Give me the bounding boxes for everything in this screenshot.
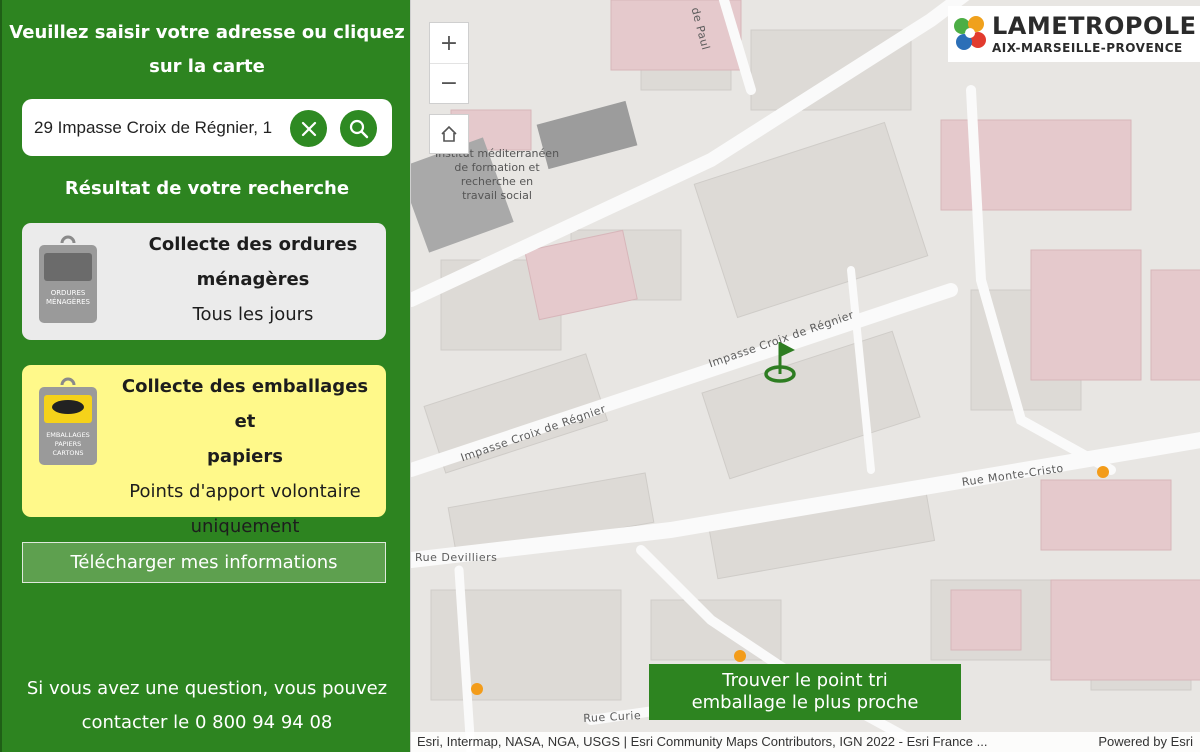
zoom-in-button[interactable]: + bbox=[430, 23, 468, 63]
contact-info: Si vous avez une question, vous pouvez c… bbox=[2, 672, 412, 740]
contact-line1: Si vous avez une question, vous pouvez bbox=[26, 678, 388, 699]
close-icon bbox=[301, 121, 316, 136]
collection-point[interactable] bbox=[471, 683, 483, 695]
basemap[interactable] bbox=[411, 0, 1200, 752]
map-view[interactable]: Institut méditerranéen de formation et r… bbox=[410, 0, 1200, 752]
poi-line4: travail social bbox=[462, 189, 532, 202]
sidebar: Veuillez saisir votre adresse ou cliquez… bbox=[0, 0, 410, 752]
packaging-bin-icon: EMBALLAGES PAPIERS CARTONS bbox=[39, 377, 97, 465]
poi-line3: recherche en bbox=[460, 175, 534, 188]
household-card-title-line2: ménagères bbox=[196, 269, 310, 290]
download-info-button[interactable]: Télécharger mes informations bbox=[22, 542, 386, 583]
clear-search-button[interactable] bbox=[290, 110, 327, 147]
packaging-bin-label-1: EMBALLAGES bbox=[46, 431, 90, 439]
address-search-box bbox=[22, 99, 392, 156]
household-card-detail: Tous les jours bbox=[192, 304, 314, 325]
address-search-input[interactable] bbox=[34, 115, 290, 141]
zoom-control: + − bbox=[429, 22, 469, 104]
metropole-logo: LAMETROPOLE AIX-MARSEILLE-PROVENCE bbox=[948, 6, 1200, 62]
household-card-text: Collecte des ordures ménagères Tous les … bbox=[128, 227, 378, 332]
logo-subtitle: AIX-MARSEILLE-PROVENCE bbox=[992, 41, 1183, 55]
contact-phone-line: contacter le 0 800 94 94 08 bbox=[81, 712, 333, 733]
poi-label-institut: Institut méditerranéen de formation et r… bbox=[431, 147, 563, 203]
result-title: Résultat de votre recherche bbox=[64, 178, 350, 199]
map-attribution: Esri, Intermap, NASA, NGA, USGS | Esri C… bbox=[411, 732, 1200, 752]
find-nearest-point-button[interactable]: Trouver le point tri emballage le plus p… bbox=[649, 664, 961, 720]
household-card-title-line1: Collecte des ordures bbox=[148, 234, 358, 255]
attribution-text[interactable]: Esri, Intermap, NASA, NGA, USGS | Esri C… bbox=[417, 732, 1067, 752]
home-button[interactable] bbox=[429, 114, 469, 154]
household-bin-icon: ORDURES MÉNAGÈRES bbox=[39, 235, 97, 323]
metropole-logo-mark bbox=[954, 16, 986, 50]
powered-by-esri[interactable]: Powered by Esri bbox=[1098, 732, 1193, 752]
household-waste-card: ORDURES MÉNAGÈRES Collecte des ordures m… bbox=[22, 223, 386, 340]
household-bin-label-2: MÉNAGÈRES bbox=[46, 297, 90, 306]
search-button[interactable] bbox=[340, 110, 377, 147]
packaging-card-title-line1: Collecte des emballages et bbox=[121, 376, 369, 432]
packaging-card-title-line2: papiers bbox=[207, 446, 283, 467]
sidebar-title: Veuillez saisir votre adresse ou cliquez… bbox=[2, 16, 412, 84]
poi-line2: de formation et bbox=[454, 161, 540, 174]
packaging-card: EMBALLAGES PAPIERS CARTONS Collecte des … bbox=[22, 365, 386, 537]
street-label-devilliers: Rue Devilliers bbox=[415, 551, 498, 564]
logo-word: LAMETROPOLE bbox=[992, 12, 1197, 40]
find-button-line1: Trouver le point tri bbox=[722, 670, 888, 691]
collection-point[interactable] bbox=[1097, 466, 1109, 478]
search-icon bbox=[349, 119, 368, 138]
packaging-card-text: Collecte des emballages et papiers Point… bbox=[112, 369, 378, 544]
home-icon bbox=[441, 125, 457, 142]
packaging-bin-label-3: CARTONS bbox=[52, 449, 83, 457]
packaging-card-detail-line2: uniquement bbox=[190, 516, 300, 537]
zoom-out-button[interactable]: − bbox=[430, 63, 468, 103]
sidebar-title-line2: sur la carte bbox=[149, 56, 265, 77]
packaging-bin-label-2: PAPIERS bbox=[55, 440, 82, 448]
find-button-line2: emballage le plus proche bbox=[691, 692, 919, 713]
packaging-card-detail-line1: Points d'apport volontaire bbox=[129, 481, 361, 502]
sidebar-title-line1: Veuillez saisir votre adresse ou cliquez bbox=[9, 22, 405, 43]
household-bin-label-1: ORDURES bbox=[51, 289, 86, 297]
collection-point[interactable] bbox=[734, 650, 746, 662]
